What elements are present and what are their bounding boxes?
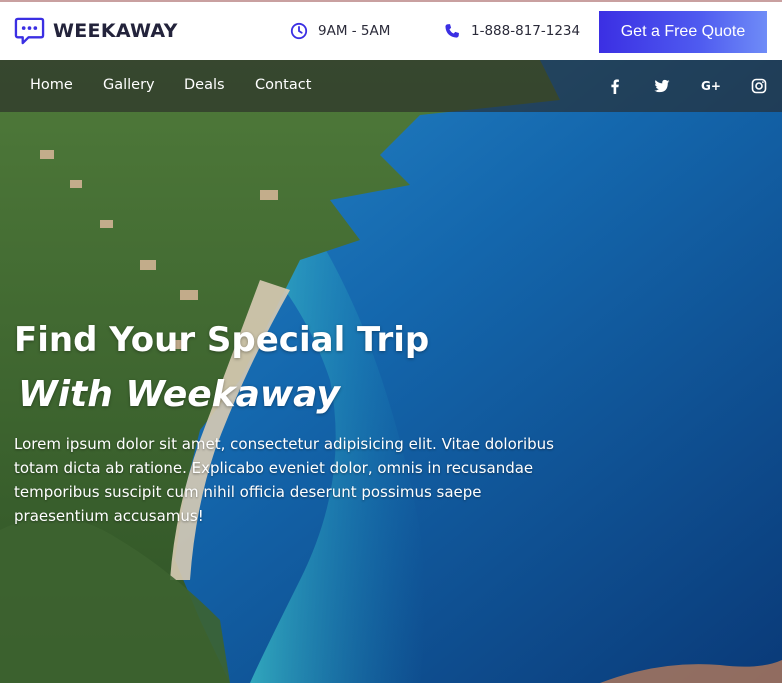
hero-title: Find Your Special Trip: [14, 320, 430, 360]
brand-name: WEEKAWAY: [53, 19, 178, 42]
twitter-icon[interactable]: [651, 76, 673, 96]
main-navigation: Home Gallery Deals Contact G+: [0, 60, 782, 112]
phone-icon: [445, 24, 459, 38]
business-hours: 9AM - 5AM: [290, 22, 390, 40]
facebook-icon[interactable]: [604, 76, 626, 96]
chat-bubble-icon: [14, 17, 45, 45]
hero-subtitle: With Weekaway: [18, 374, 340, 415]
clock-icon: [290, 22, 308, 40]
hero-description: Lorem ipsum dolor sit amet, consectetur …: [14, 435, 554, 525]
nav-home[interactable]: Home: [30, 77, 73, 93]
nav-contact[interactable]: Contact: [255, 77, 311, 93]
get-quote-button[interactable]: Get a Free Quote: [599, 11, 767, 53]
nav-deals[interactable]: Deals: [184, 77, 225, 93]
brand-logo[interactable]: WEEKAWAY: [14, 15, 178, 46]
hero-section: Home Gallery Deals Contact G+ Find Your …: [0, 60, 782, 683]
top-bar: WEEKAWAY 9AM - 5AM 1-888-817-1234 Get a …: [0, 0, 782, 60]
phone-text: 1-888-817-1234: [471, 23, 581, 39]
hours-text: 9AM - 5AM: [318, 23, 391, 39]
google-plus-icon[interactable]: G+: [700, 76, 722, 96]
nav-gallery[interactable]: Gallery: [103, 77, 155, 93]
phone-number[interactable]: 1-888-817-1234: [443, 22, 580, 40]
instagram-icon[interactable]: [748, 76, 770, 96]
